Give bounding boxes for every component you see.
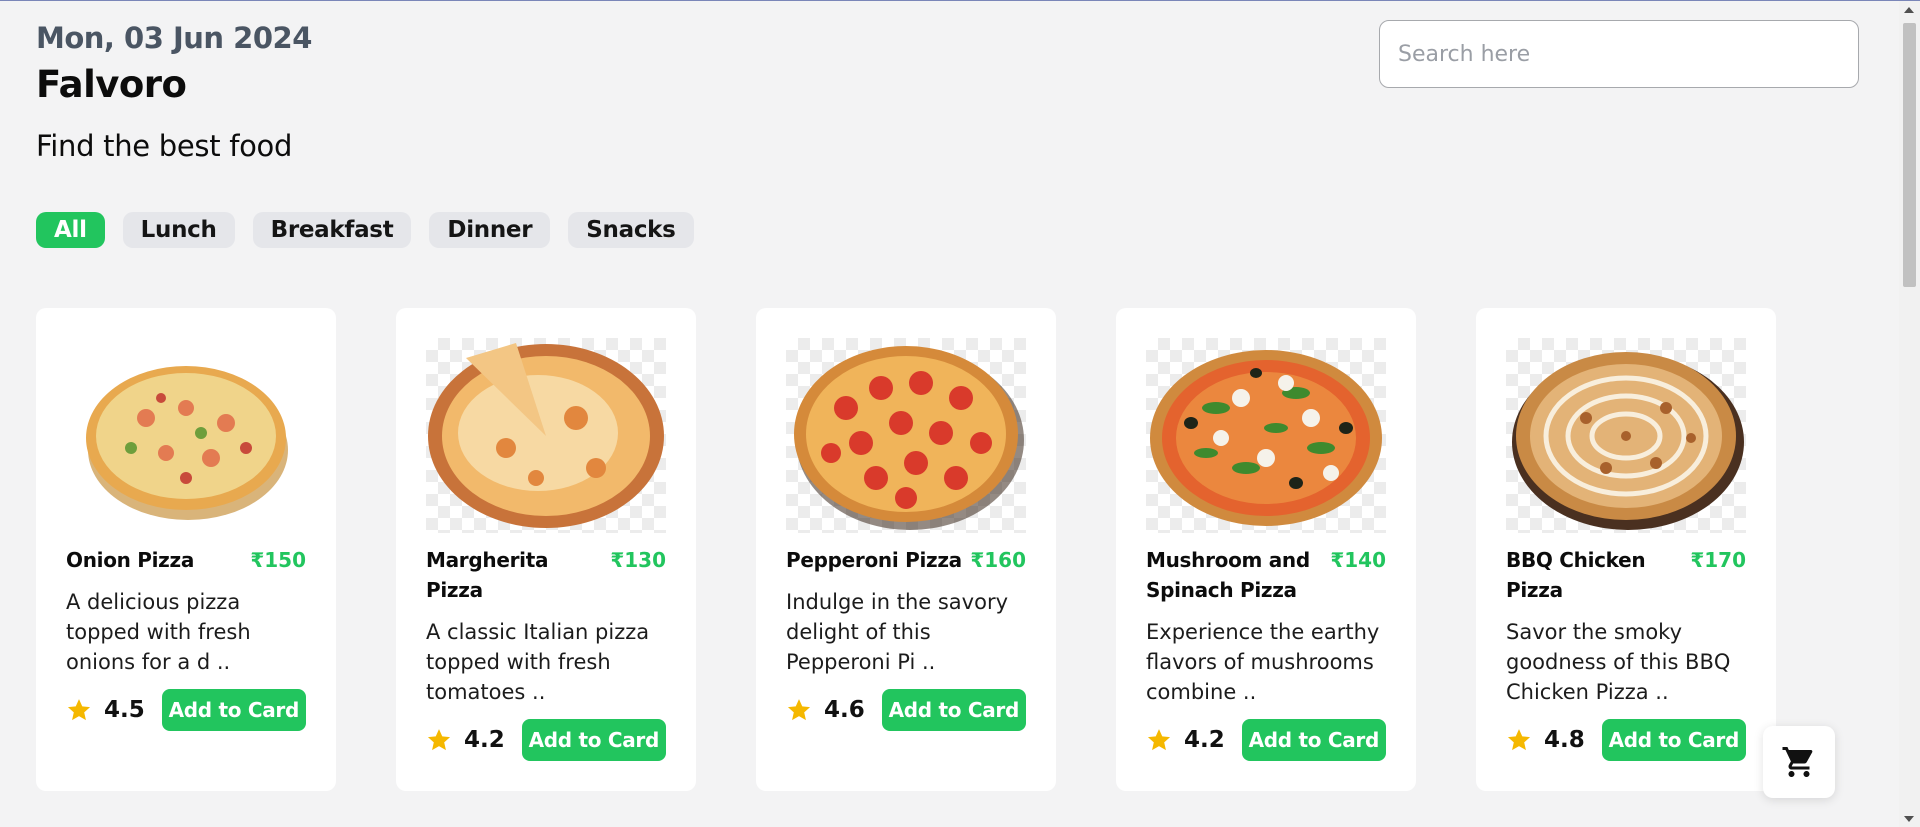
filter-snacks[interactable]: Snacks (568, 212, 694, 248)
product-name: BBQ Chicken Pizza (1506, 548, 1646, 602)
product-grid: Onion Pizza ₹150 A delicious pizza toppe… (36, 308, 1776, 791)
pepperoni-pizza-image (786, 338, 1026, 533)
product-card: Onion Pizza ₹150 A delicious pizza toppe… (36, 308, 336, 791)
product-price: ₹170 (1690, 548, 1746, 572)
product-rating: 4.2 (1146, 727, 1225, 753)
search-input[interactable] (1379, 20, 1859, 88)
add-to-cart-button[interactable]: Add to Card (521, 719, 666, 761)
filter-dinner[interactable]: Dinner (429, 212, 551, 248)
star-icon (1507, 729, 1531, 751)
cart-icon (1782, 747, 1813, 777)
rating-value: 4.2 (464, 727, 505, 753)
product-price: ₹140 (1330, 548, 1386, 572)
add-to-cart-button[interactable]: Add to Card (881, 689, 1026, 731)
product-card: BBQ Chicken Pizza ₹170 Savor the smoky g… (1476, 308, 1776, 791)
product-name: Onion Pizza (66, 548, 195, 572)
product-description: A delicious pizza topped with fresh onio… (66, 590, 251, 674)
add-to-cart-button[interactable]: Add to Card (161, 689, 306, 731)
product-name: Margherita Pizza (426, 548, 549, 602)
scrollbar-thumb[interactable] (1903, 23, 1916, 287)
filter-breakfast[interactable]: Breakfast (252, 212, 412, 248)
product-description: Savor the smoky goodness of this BBQ Chi… (1506, 620, 1731, 704)
page-scrollbar[interactable] (1899, 1, 1920, 827)
product-rating: 4.2 (426, 727, 505, 753)
product-description: Experience the earthy flavors of mushroo… (1146, 620, 1380, 704)
product-price: ₹130 (610, 548, 666, 572)
margherita-pizza-image (426, 338, 666, 533)
star-icon (427, 729, 451, 751)
add-to-cart-button[interactable]: Add to Card (1601, 719, 1746, 761)
rating-value: 4.5 (104, 697, 145, 723)
mushroom-spinach-pizza-image (1146, 338, 1386, 533)
scroll-up-arrow-icon[interactable] (1904, 7, 1914, 13)
product-name: Pepperoni Pizza (786, 548, 962, 572)
product-card: Margherita Pizza ₹130 A classic Italian … (396, 308, 696, 791)
filter-lunch[interactable]: Lunch (122, 212, 235, 248)
product-description: A classic Italian pizza topped with fres… (426, 620, 650, 704)
product-rating: 4.5 (66, 697, 145, 723)
star-icon (787, 699, 811, 721)
rating-value: 4.2 (1184, 727, 1225, 753)
category-filters: All Lunch Breakfast Dinner Snacks (36, 212, 694, 248)
product-rating: 4.8 (1506, 727, 1585, 753)
product-name: Mushroom and Spinach Pizza (1146, 548, 1310, 602)
product-card: Pepperoni Pizza ₹160 Indulge in the savo… (756, 308, 1056, 791)
add-to-cart-button[interactable]: Add to Card (1241, 719, 1386, 761)
rating-value: 4.6 (824, 697, 865, 723)
cart-button[interactable] (1763, 726, 1835, 798)
star-icon (67, 699, 91, 721)
product-price: ₹150 (250, 548, 306, 572)
onion-pizza-image (66, 338, 306, 533)
product-card: Mushroom and Spinach Pizza ₹140 Experien… (1116, 308, 1416, 791)
bbq-chicken-pizza-image (1506, 338, 1746, 533)
scroll-down-arrow-icon[interactable] (1904, 816, 1914, 822)
page-tagline: Find the best food (36, 129, 293, 163)
brand-name: Falvoro (36, 63, 187, 106)
rating-value: 4.8 (1544, 727, 1585, 753)
product-price: ₹160 (970, 548, 1026, 572)
header-date: Mon, 03 Jun 2024 (36, 21, 312, 55)
product-description: Indulge in the savory delight of this Pe… (786, 590, 1009, 674)
product-rating: 4.6 (786, 697, 865, 723)
filter-all[interactable]: All (36, 212, 105, 248)
star-icon (1147, 729, 1171, 751)
